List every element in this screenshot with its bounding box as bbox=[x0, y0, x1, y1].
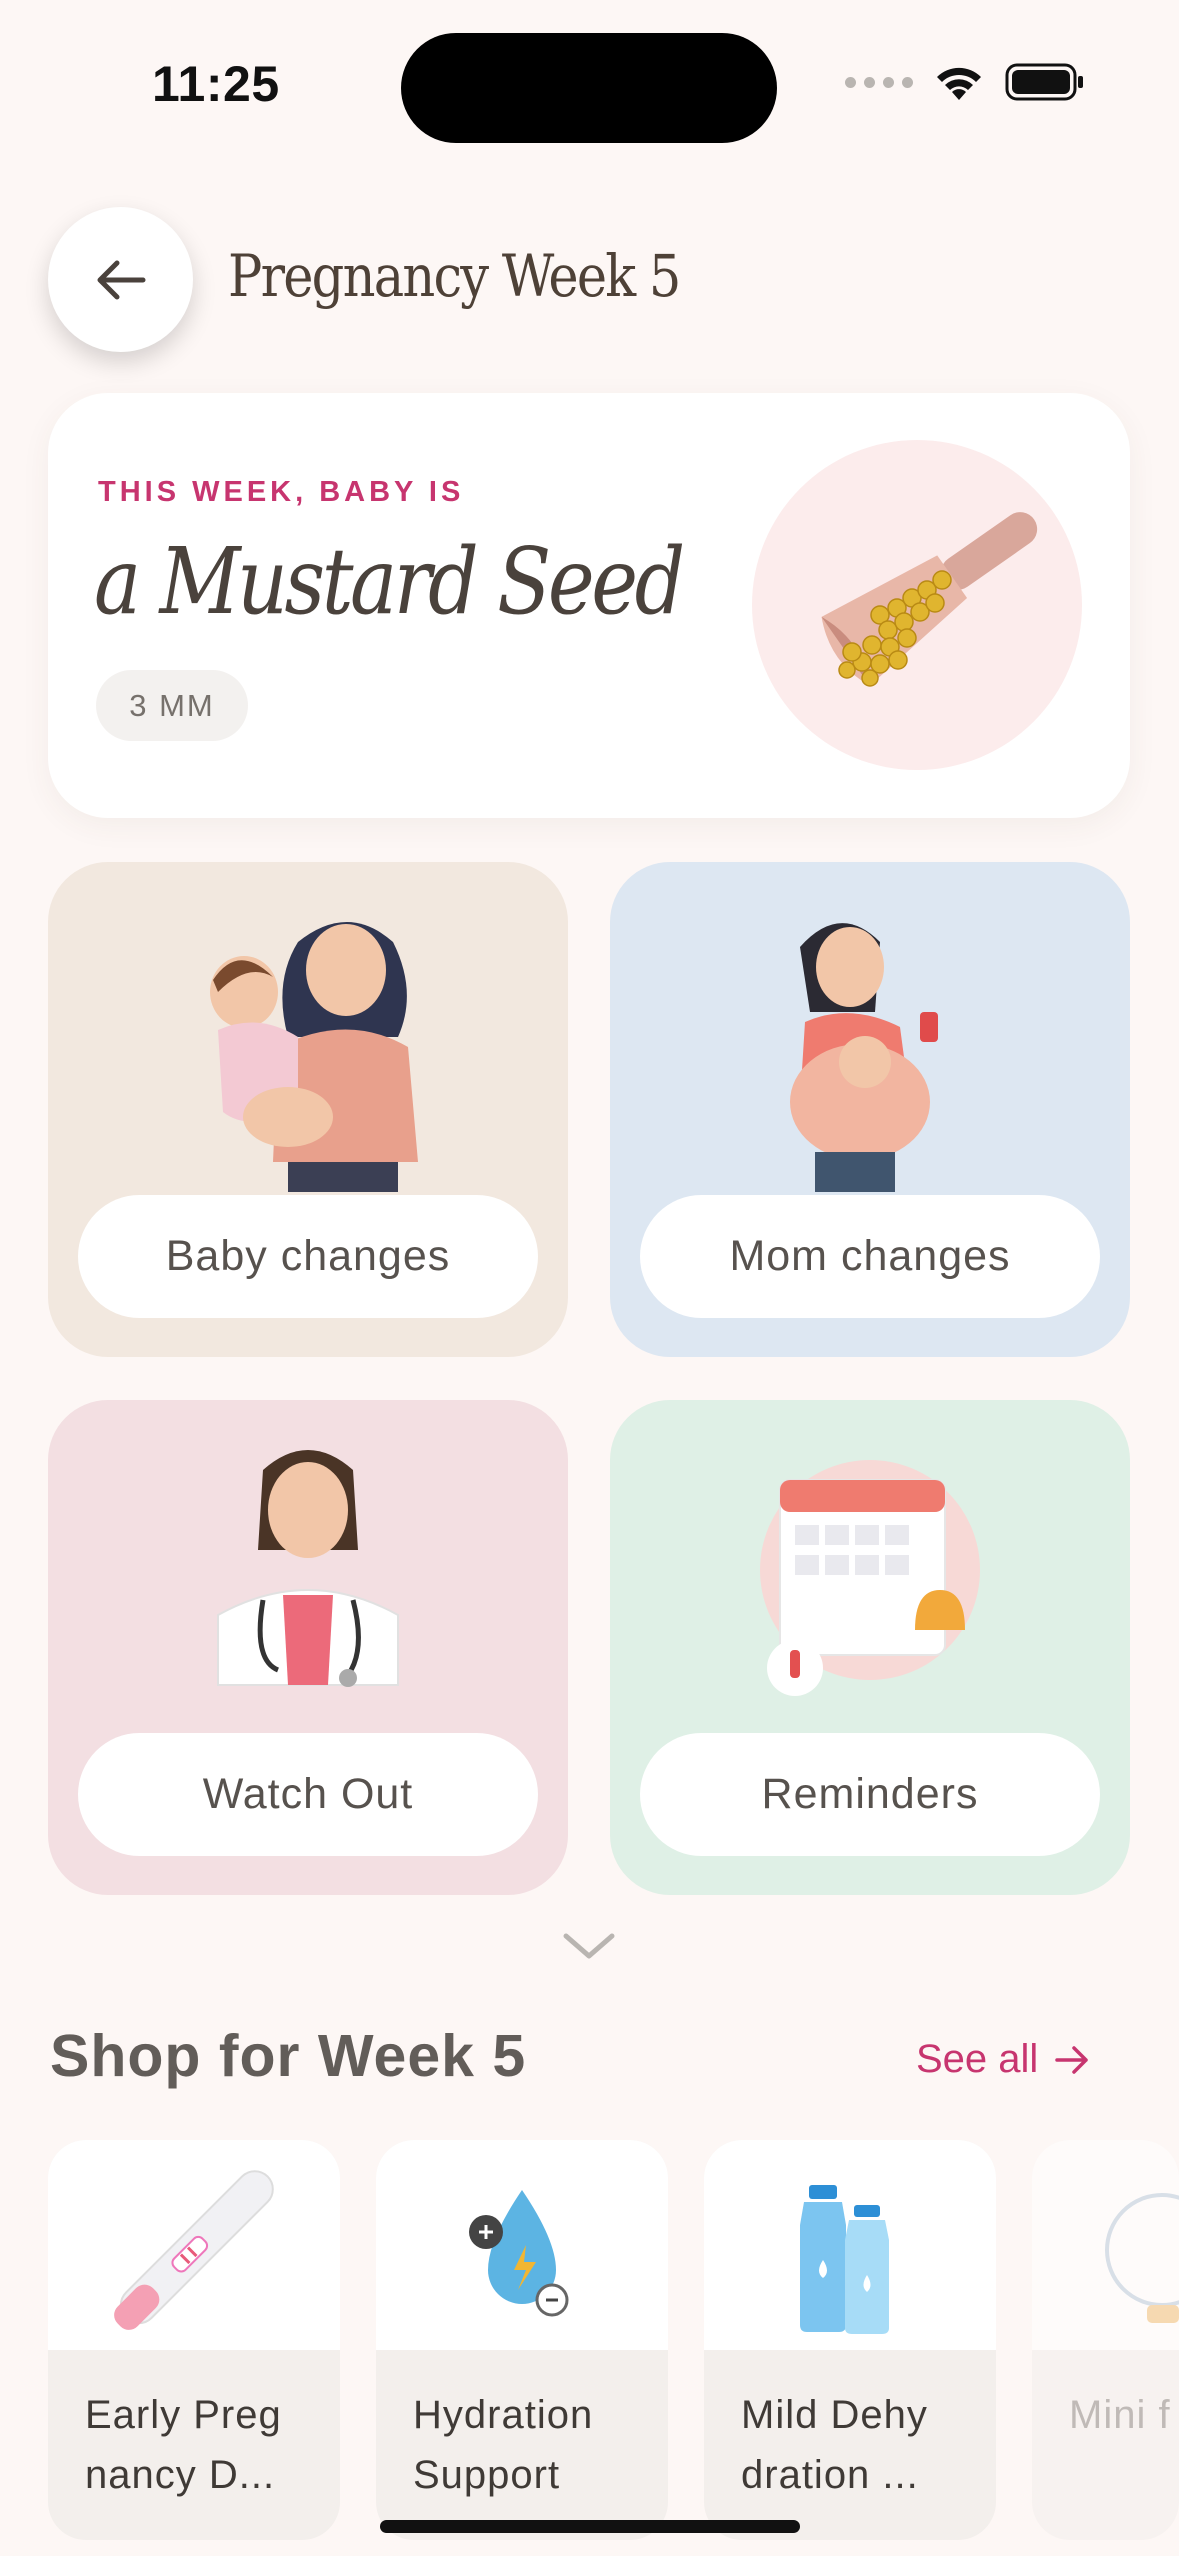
page-title: Pregnancy Week 5 bbox=[228, 242, 681, 310]
battery-icon bbox=[1005, 63, 1083, 101]
mother-holding-baby-illustration bbox=[210, 922, 418, 1192]
arrow-right-icon bbox=[1055, 2045, 1089, 2074]
pregnancy-test-image bbox=[48, 2140, 340, 2350]
reminders-card[interactable]: Reminders bbox=[610, 1400, 1130, 1895]
baby-changes-card[interactable]: Baby changes bbox=[48, 862, 568, 1357]
mustard-seed-illustration-backdrop bbox=[752, 440, 1082, 770]
see-all-label: See all bbox=[916, 2037, 1039, 2081]
dynamic-island bbox=[401, 33, 777, 143]
product-card[interactable]: Hydration Support bbox=[376, 2140, 668, 2540]
product-name: Early Preg nancy D... bbox=[85, 2393, 282, 2497]
mustard-seed-scoop-illustration bbox=[821, 512, 1038, 687]
doctor-illustration bbox=[217, 1450, 399, 1687]
wifi-icon bbox=[937, 67, 981, 100]
back-arrow-icon bbox=[97, 260, 145, 299]
product-card[interactable]: Mild Dehy dration ... bbox=[704, 2140, 996, 2540]
status-time: 11:25 bbox=[152, 56, 280, 112]
product-name: Hydration Support bbox=[413, 2393, 594, 2497]
baby-size-comparison: a Mustard Seed bbox=[94, 528, 685, 635]
mom-changes-card[interactable]: Mom changes bbox=[610, 862, 1130, 1357]
back-button[interactable] bbox=[48, 207, 193, 352]
baby-size-eyebrow: THIS WEEK, BABY IS bbox=[98, 476, 465, 508]
chevron-down-icon[interactable] bbox=[560, 1928, 618, 1962]
mom-changes-button[interactable]: Mom changes bbox=[640, 1195, 1100, 1318]
calendar-reminder-illustration bbox=[760, 1460, 980, 1696]
shop-section-title: Shop for Week 5 bbox=[50, 2023, 527, 2089]
product-card[interactable]: Mini f bbox=[1032, 2140, 1179, 2540]
baby-size-card[interactable]: THIS WEEK, BABY IS a Mustard Seed 3 MM bbox=[48, 393, 1130, 818]
baby-changes-button[interactable]: Baby changes bbox=[78, 1195, 538, 1318]
mini-fan-image bbox=[1032, 2140, 1179, 2350]
watch-out-button[interactable]: Watch Out bbox=[78, 1733, 538, 1856]
see-all-link[interactable]: See all bbox=[916, 2037, 1090, 2082]
pregnant-mother-illustration bbox=[790, 923, 938, 1192]
product-card[interactable]: Early Preg nancy D... bbox=[48, 2140, 340, 2540]
watch-out-card[interactable]: Watch Out bbox=[48, 1400, 568, 1895]
product-name: Mini f bbox=[1069, 2393, 1171, 2437]
signal-dots-icon bbox=[845, 76, 913, 88]
reminders-button[interactable]: Reminders bbox=[640, 1733, 1100, 1856]
home-indicator[interactable] bbox=[380, 2520, 800, 2533]
baby-size-badge: 3 MM bbox=[96, 670, 248, 741]
water-bottles-image bbox=[704, 2140, 996, 2350]
hydration-drop-image bbox=[376, 2140, 668, 2350]
product-name: Mild Dehy dration ... bbox=[741, 2393, 928, 2497]
status-indicators bbox=[845, 62, 1085, 102]
